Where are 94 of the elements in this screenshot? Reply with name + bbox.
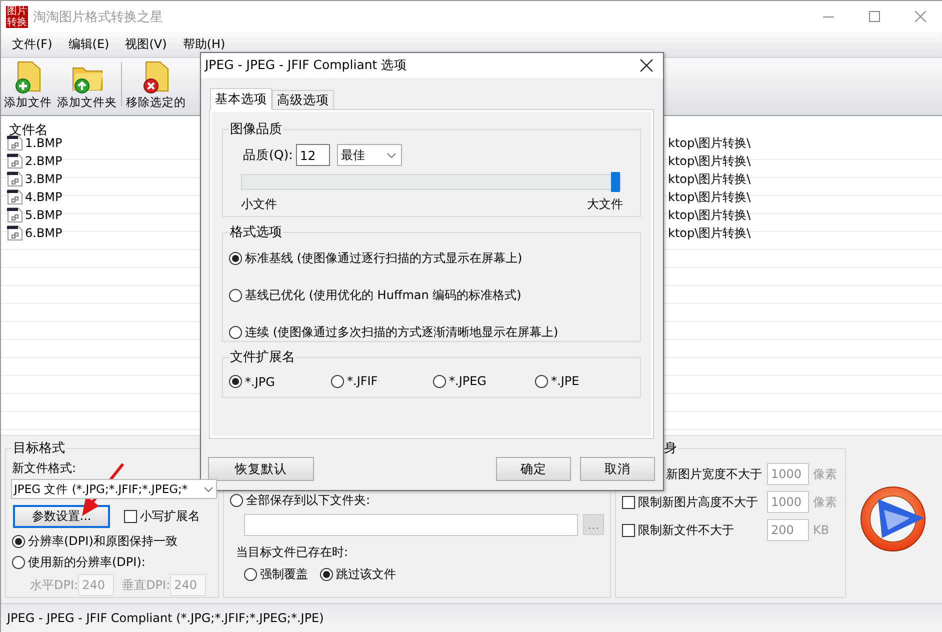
checkbox[interactable] (124, 510, 137, 523)
radio-button[interactable] (320, 568, 333, 581)
image-file-icon (7, 207, 23, 223)
radio-label[interactable]: *.JPE (551, 374, 580, 388)
radio-button[interactable] (229, 289, 242, 302)
status-text: JPEG - JPEG - JFIF Compliant (*.JPG;*.JFIF;*.JPEG;*.JPE) (7, 610, 324, 624)
image-file-icon (7, 171, 23, 187)
close-icon[interactable] (640, 59, 652, 72)
unit-label: 像素 (812, 466, 838, 482)
unit-label: 像素 (812, 494, 838, 510)
group-title: 目标格式 (12, 440, 66, 457)
file-path: ktop\图片转换\ (668, 152, 751, 170)
limit-label: 新图片宽度不大于 (666, 466, 762, 482)
preset-dropdown[interactable]: 最佳 (336, 144, 402, 166)
file-name: 5.BMP (25, 208, 62, 222)
field-label: 当目标文件已存在时: (236, 544, 350, 561)
radio-button[interactable] (12, 535, 25, 548)
tab[interactable]: 高级选项 (272, 90, 334, 109)
radio-button[interactable] (331, 374, 344, 388)
menu-item[interactable]: 文件(F) (4, 36, 60, 53)
checkbox[interactable] (622, 524, 635, 536)
toolbar-button[interactable]: 移除选定的 (125, 58, 187, 110)
folder-path-field[interactable] (244, 514, 578, 536)
toolbar-button[interactable]: 添加文件夹 (56, 58, 118, 110)
limit-field[interactable]: 1000 (767, 463, 809, 485)
radio-button[interactable] (433, 374, 446, 388)
field-label: 品质(Q): (243, 146, 293, 164)
radio-button[interactable] (229, 326, 242, 339)
image-file-icon (7, 189, 23, 205)
radio-button[interactable] (244, 568, 257, 581)
app-logo: 图片转换 (6, 6, 28, 28)
quality-field[interactable]: 12 (296, 144, 330, 166)
chevron-down-icon (386, 152, 396, 158)
limit-field[interactable]: 200 (767, 519, 809, 541)
ok-button[interactable]: 确定 (496, 457, 571, 481)
file-name: 2.BMP (25, 154, 62, 168)
radio-label[interactable]: *.JFIF (347, 374, 378, 388)
file-name: 4.BMP (25, 190, 62, 204)
group-title: 文件扩展名 (229, 349, 296, 366)
radio-label[interactable]: 强制覆盖 (260, 566, 308, 583)
radio-label[interactable]: 跳过该文件 (336, 566, 396, 583)
cancel-button[interactable]: 取消 (580, 457, 655, 481)
file-path: ktop\图片转换\ (668, 224, 751, 242)
radio-button[interactable] (230, 494, 243, 507)
limit-field[interactable]: 1000 (767, 491, 809, 513)
checkbox-label[interactable]: 小写扩展名 (140, 508, 200, 525)
menu-item[interactable]: 视图(V) (117, 36, 175, 53)
slider-thumb[interactable] (611, 172, 620, 192)
slider-label: 大文件 (587, 196, 623, 213)
radio-label[interactable]: 使用新的分辨率(DPI): (28, 554, 146, 571)
field-label: 新文件格式: (12, 460, 78, 477)
file-path: ktop\图片转换\ (668, 188, 751, 206)
file-path: ktop\图片转换\ (668, 206, 751, 224)
unit-label: KB (812, 523, 830, 537)
file-name: 1.BMP (25, 136, 62, 150)
checkbox-label[interactable]: 限制新图片高度不大于 (638, 494, 758, 510)
image-file-icon (7, 153, 23, 169)
radio-label[interactable]: 全部保存到以下文件夹: (246, 492, 370, 509)
tab[interactable]: 基本选项 (210, 88, 272, 110)
radio-label[interactable]: 标准基线 (使图像通过逐行扫描的方式显示在屏幕上) (245, 250, 522, 267)
radio-label[interactable]: 分辨率(DPI)和原图保持一致 (28, 533, 178, 550)
radio-button[interactable] (535, 374, 548, 388)
window-title: 淘淘图片格式转换之星 (33, 8, 164, 26)
field-label: 垂直DPI: (122, 576, 170, 594)
group-title: 格式选项 (229, 224, 283, 241)
radio-button[interactable] (229, 375, 242, 388)
format-dropdown[interactable]: JPEG 文件 (*.JPG;*.JFIF;*.JPEG;* (11, 479, 217, 499)
file-name: 6.BMP (25, 226, 62, 240)
radio-button[interactable] (12, 556, 25, 569)
maximize-icon[interactable] (868, 11, 880, 22)
image-file-icon (7, 225, 23, 241)
settings-button[interactable]: 参数设置... (13, 505, 110, 528)
dialog-title: JPEG - JPEG - JFIF Compliant 选项 (205, 57, 408, 74)
start-button[interactable] (860, 486, 926, 552)
toolbar-button[interactable]: 添加文件 (3, 58, 53, 110)
radio-label[interactable]: 基线已优化 (使用优化的 Huffman 编码的标准格式) (245, 287, 522, 304)
checkbox-label[interactable]: 限制新文件不大于 (638, 522, 734, 538)
radio-label[interactable]: *.JPEG (449, 374, 486, 388)
slider-label: 小文件 (241, 196, 277, 213)
reset-button[interactable]: 恢复默认 (208, 457, 314, 481)
file-path: ktop\图片转换\ (668, 134, 751, 152)
group-title: 图像品质 (229, 121, 283, 138)
menu-item[interactable]: 编辑(E) (60, 36, 118, 53)
column-header[interactable]: 文件名 (9, 121, 48, 139)
field-label: 水平DPI: (30, 576, 78, 594)
group-title: 身 (663, 440, 678, 457)
radio-label[interactable]: 连续 (使图像通过多次扫描的方式逐渐清晰地显示在屏幕上) (245, 324, 558, 341)
menu-item[interactable]: 帮助(H) (174, 36, 234, 53)
file-path: ktop\图片转换\ (668, 170, 751, 188)
chevron-down-icon (204, 486, 212, 492)
radio-button[interactable] (229, 252, 242, 265)
file-name: 3.BMP (25, 172, 62, 186)
checkbox[interactable] (622, 496, 635, 508)
radio-label[interactable]: *.JPG (245, 374, 275, 388)
